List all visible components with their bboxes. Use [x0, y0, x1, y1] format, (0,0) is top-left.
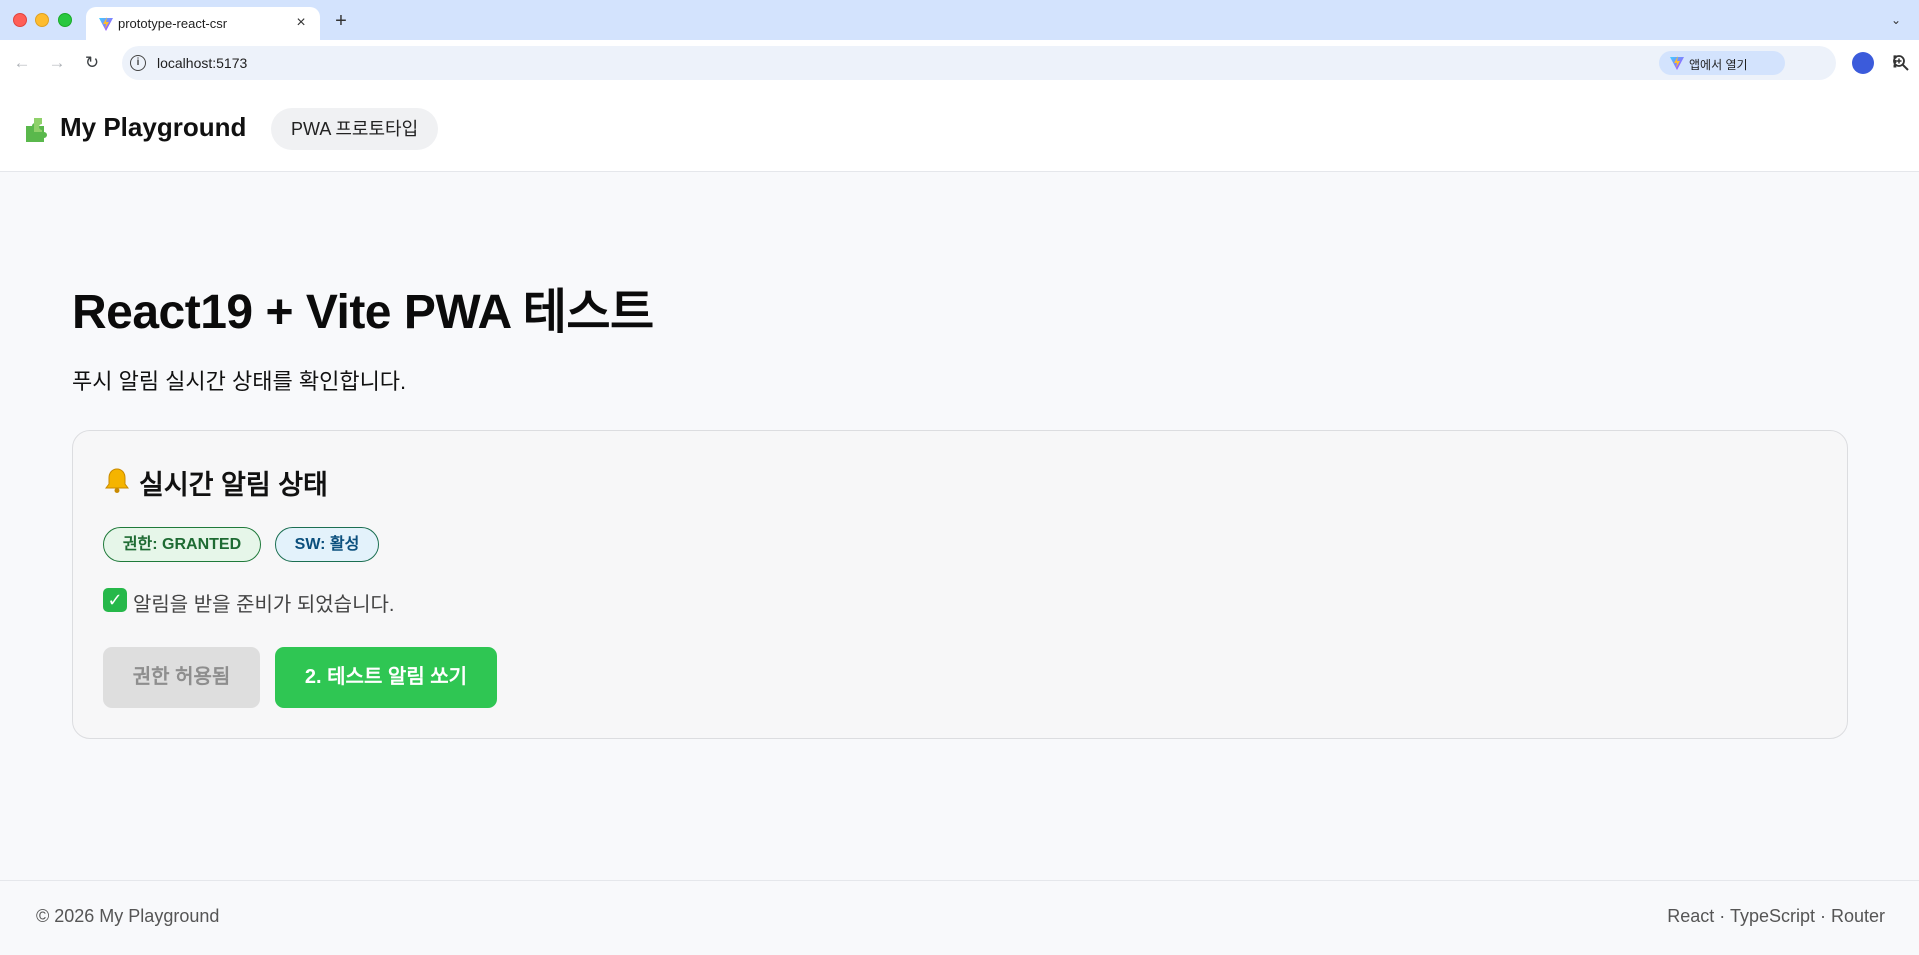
bell-icon: [105, 468, 129, 493]
nav-pill-pwa-prototype[interactable]: PWA 프로토타입: [271, 108, 439, 150]
vite-logo-icon: [99, 17, 113, 31]
window-maximize-button[interactable]: [58, 13, 72, 27]
card-title: 실시간 알림 상태: [139, 470, 328, 500]
reload-icon[interactable]: ↻: [80, 51, 104, 75]
url-text[interactable]: localhost:5173: [157, 55, 247, 71]
permission-badge: 권한: GRANTED: [103, 527, 261, 562]
checkmark-icon: ✓: [103, 588, 127, 612]
send-test-notification-button[interactable]: 2. 테스트 알림 쏘기: [275, 647, 497, 708]
window-minimize-button[interactable]: [35, 13, 49, 27]
arrow-right-icon[interactable]: →: [45, 51, 69, 75]
browser-toolbar: ← → ↻ i localhost:5173 앱에서 열기 ☆ ⋮: [0, 40, 1919, 86]
vite-logo-icon: [1670, 56, 1684, 70]
page-description: 푸시 알림 실시간 상태를 확인합니다.: [72, 369, 407, 394]
service-worker-badge: SW: 활성: [275, 527, 379, 562]
address-bar[interactable]: i localhost:5173 앱에서 열기 ☆: [122, 46, 1909, 80]
close-tab-icon[interactable]: ×: [290, 12, 312, 34]
app-footer: © 2026 My Playground React · TypeScript …: [0, 880, 1919, 955]
brand-title[interactable]: My Playground: [60, 112, 246, 143]
page-title: React19 + Vite PWA 테스트: [72, 286, 654, 339]
open-in-app-label: 앱에서 열기: [1689, 58, 1748, 72]
open-in-app-button[interactable]: 앱에서 열기: [1659, 51, 1785, 75]
notification-status-card: 실시간 알림 상태 권한: GRANTED SW: 활성 ✓ 알림을 받을 준비…: [72, 430, 1848, 739]
footer-tech-stack: React · TypeScript · Router: [1667, 906, 1885, 926]
window-close-button[interactable]: [13, 13, 27, 27]
profile-icon[interactable]: [1852, 52, 1874, 74]
browser-tab-active[interactable]: prototype-react-csr ×: [86, 7, 320, 40]
kebab-icon[interactable]: ⋮: [1887, 52, 1903, 74]
permission-granted-button[interactable]: 권한 허용됨: [103, 647, 260, 708]
puzzle-icon: [26, 118, 47, 142]
info-icon[interactable]: i: [130, 55, 146, 71]
tab-title: prototype-react-csr: [118, 16, 228, 31]
app-header: My Playground PWA 프로토타입: [0, 86, 1919, 172]
browser-tab-strip: prototype-react-csr × + ⌄: [0, 0, 1919, 40]
new-tab-button[interactable]: +: [328, 8, 354, 34]
arrow-left-icon[interactable]: ←: [10, 51, 34, 75]
footer-copyright: © 2026 My Playground: [36, 906, 220, 926]
chevron-down-icon[interactable]: ⌄: [1885, 9, 1907, 31]
ready-status-text: 알림을 받을 준비가 되었습니다.: [133, 594, 395, 616]
